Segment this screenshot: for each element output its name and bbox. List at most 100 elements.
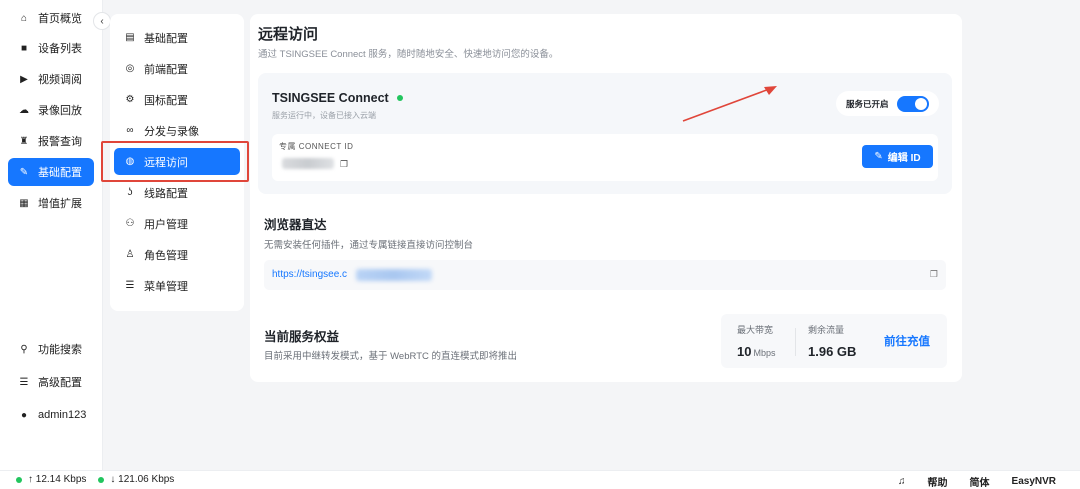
nav-item-label: 首页概览 bbox=[38, 13, 82, 25]
access-url-blurred bbox=[356, 269, 432, 281]
nav-item-home[interactable]: ⌂ 首页概览 bbox=[8, 4, 94, 32]
nav-item-label: 报警查询 bbox=[38, 136, 82, 148]
bandwidth-value-row: 10 Mbps bbox=[737, 344, 775, 359]
nav-item-video[interactable]: ▶ 视频调阅 bbox=[8, 65, 94, 93]
copy-icon[interactable]: ❐ bbox=[930, 269, 938, 280]
nav-item-label: 设备列表 bbox=[38, 43, 82, 55]
sub-item-basic[interactable]: ▤ 基础配置 bbox=[114, 24, 240, 51]
network-stats: ↑ 12.14 Kbps ↓ 121.06 Kbps bbox=[16, 474, 174, 485]
traffic-metric: 剩余流量 1.96 GB bbox=[808, 323, 856, 359]
edit-id-label: 编辑 ID bbox=[887, 153, 921, 164]
online-status-icon bbox=[396, 95, 403, 101]
nav-item-devices[interactable]: ■ 设备列表 bbox=[8, 34, 94, 62]
nav-item-playback[interactable]: ☁ 录像回放 bbox=[8, 96, 94, 124]
nav-item-label: 基础配置 bbox=[38, 167, 82, 179]
bandwidth-metric: 最大带宽 10 Mbps bbox=[737, 323, 775, 359]
bandwidth-value: 10 bbox=[737, 344, 752, 359]
chrome-icon: ◎ bbox=[125, 63, 135, 74]
bell-icon[interactable]: ♫ bbox=[898, 476, 906, 487]
sub-item-users[interactable]: ⚇ 用户管理 bbox=[114, 210, 240, 237]
nav-item-basic-config[interactable]: ✎ 基础配置 bbox=[8, 158, 94, 186]
edit-icon: ✎ bbox=[19, 166, 29, 178]
highlight-box bbox=[101, 141, 249, 182]
collapse-button[interactable]: ‹ bbox=[93, 12, 111, 30]
service-toggle[interactable] bbox=[896, 95, 929, 112]
grid-icon: ▦ bbox=[19, 197, 29, 209]
play-icon: ▶ bbox=[20, 73, 28, 85]
traffic-label: 剩余流量 bbox=[808, 325, 845, 335]
connect-card: TSINGSEE Connect 服务运行中，设备已接入云端 服务已开启 专属 … bbox=[258, 73, 952, 194]
upload-speed: ↑ 12.14 Kbps bbox=[28, 474, 87, 485]
recharge-link[interactable]: 前往充值 bbox=[884, 333, 930, 349]
sub-item-menu[interactable]: ☰ 菜单管理 bbox=[114, 272, 240, 299]
toggle-knob bbox=[914, 97, 927, 110]
edit-id-button[interactable]: ✎ 编辑 ID bbox=[862, 145, 933, 168]
page-title: 远程访问 bbox=[258, 26, 319, 43]
connect-title: TSINGSEE Connect bbox=[272, 91, 403, 105]
left-nav: ⌂ 首页概览 ■ 设备列表 ▶ 视频调阅 ☁ 录像回放 ♜ 报警查询 ✎ 基础配… bbox=[0, 0, 103, 470]
sub-item-route[interactable]: ʖ 线路配置 bbox=[114, 179, 240, 206]
connect-title-text: TSINGSEE Connect bbox=[272, 91, 389, 105]
access-url[interactable]: https://tsingsee.c bbox=[272, 269, 347, 280]
sub-item-distribute[interactable]: ∞ 分发与录像 bbox=[114, 117, 240, 144]
main-panel: 远程访问 通过 TSINGSEE Connect 服务，随时随地安全、快速地访问… bbox=[250, 14, 962, 382]
sub-item-label: 角色管理 bbox=[144, 249, 188, 262]
sub-item-label: 用户管理 bbox=[144, 218, 188, 231]
url-box: https://tsingsee.c ❐ bbox=[264, 260, 946, 290]
copy-icon[interactable]: ❐ bbox=[340, 159, 348, 170]
pencil-icon: ✎ bbox=[874, 151, 883, 162]
nav-item-label: 高级配置 bbox=[38, 377, 82, 389]
user-icon: ● bbox=[20, 409, 28, 421]
nav-item-label: 功能搜索 bbox=[38, 344, 82, 356]
nav-item-search[interactable]: ⚲ 功能搜索 bbox=[8, 335, 94, 363]
gear-icon: ⚙ bbox=[125, 94, 135, 105]
connect-id-value bbox=[282, 158, 334, 169]
camera-icon: ■ bbox=[20, 42, 28, 54]
home-icon: ⌂ bbox=[20, 12, 28, 24]
chevron-left-icon: ‹ bbox=[100, 15, 104, 27]
sub-item-frontend[interactable]: ◎ 前端配置 bbox=[114, 55, 240, 82]
connect-status: 服务运行中，设备已接入云端 bbox=[272, 111, 376, 120]
alarm-icon: ♜ bbox=[19, 135, 29, 147]
nav-item-label: admin123 bbox=[38, 409, 87, 421]
browser-section-subtitle: 无需安装任何插件，通过专属链接直接访问控制台 bbox=[264, 240, 474, 251]
page-subtitle: 通过 TSINGSEE Connect 服务，随时随地安全、快速地访问您的设备。 bbox=[258, 49, 559, 60]
users-icon: ⚇ bbox=[125, 218, 135, 229]
nav-item-label: 视频调阅 bbox=[38, 74, 82, 86]
file-icon: ▤ bbox=[125, 32, 135, 43]
nav-item-label: 录像回放 bbox=[38, 105, 82, 117]
role-icon: ♙ bbox=[125, 249, 135, 260]
sub-item-label: 前端配置 bbox=[144, 63, 188, 76]
cloud-icon: ☁ bbox=[19, 104, 29, 116]
sub-item-label: 菜单管理 bbox=[144, 280, 188, 293]
traffic-value: 1.96 GB bbox=[808, 344, 857, 359]
bandwidth-unit: Mbps bbox=[753, 348, 776, 358]
sub-item-label: 国标配置 bbox=[144, 94, 188, 107]
nav-item-alarm[interactable]: ♜ 报警查询 bbox=[8, 127, 94, 155]
status-bar-actions: ♫ 帮助 简体 EasyNVR bbox=[898, 474, 1056, 489]
sub-item-label: 分发与录像 bbox=[144, 125, 199, 138]
app-name: EasyNVR bbox=[1011, 476, 1056, 487]
status-bar: ↑ 12.14 Kbps ↓ 121.06 Kbps ♫ 帮助 简体 EasyN… bbox=[0, 470, 1080, 489]
rights-section-title: 当前服务权益 bbox=[264, 330, 340, 344]
menu-icon: ☰ bbox=[19, 376, 29, 388]
bandwidth-label: 最大带宽 bbox=[737, 325, 774, 335]
sub-item-roles[interactable]: ♙ 角色管理 bbox=[114, 241, 240, 268]
upload-status-icon bbox=[16, 476, 22, 483]
nav-item-value-added[interactable]: ▦ 增值扩展 bbox=[8, 189, 94, 217]
list-icon: ☰ bbox=[125, 280, 135, 291]
nav-item-advanced[interactable]: ☰ 高级配置 bbox=[8, 368, 94, 396]
nav-item-user[interactable]: ● admin123 bbox=[8, 401, 94, 429]
help-link[interactable]: 帮助 bbox=[928, 474, 948, 489]
rights-section-subtitle: 目前采用中继转发模式，基于 WebRTC 的直连模式即将推出 bbox=[264, 351, 517, 362]
metric-divider bbox=[795, 328, 796, 356]
sub-item-label: 线路配置 bbox=[144, 187, 188, 200]
download-status-icon bbox=[98, 476, 105, 483]
download-speed: ↓ 121.06 Kbps bbox=[110, 474, 175, 485]
browser-section-title: 浏览器直达 bbox=[264, 218, 327, 232]
rights-panel: 最大带宽 10 Mbps 剩余流量 1.96 GB 前往充值 bbox=[721, 314, 947, 368]
language-switch[interactable]: 简体 bbox=[970, 474, 990, 489]
route-icon: ʖ bbox=[127, 187, 133, 198]
connect-id-box: 专属 CONNECT ID ❐ ✎ 编辑 ID bbox=[272, 134, 938, 181]
sub-item-gb[interactable]: ⚙ 国标配置 bbox=[114, 86, 240, 113]
